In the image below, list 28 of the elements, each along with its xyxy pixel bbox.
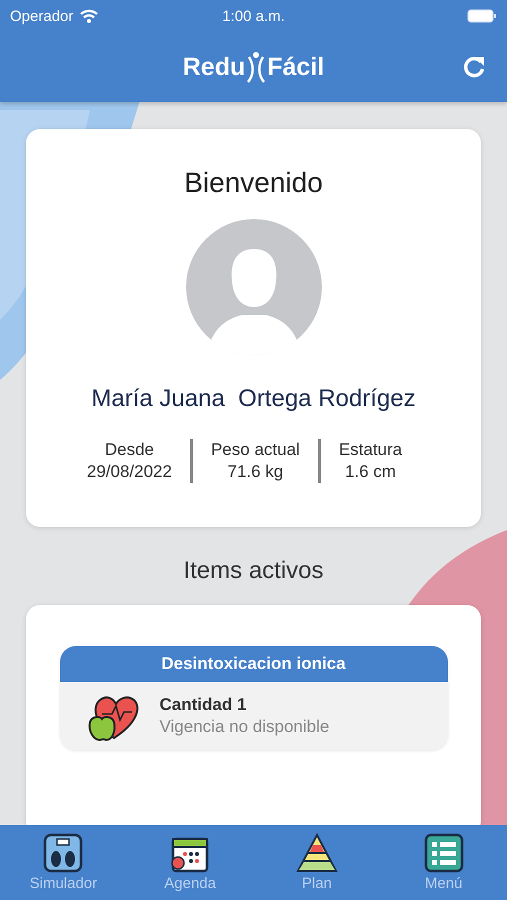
clock-time: 1:00 a.m. xyxy=(221,8,286,24)
logo-text: Redu xyxy=(182,52,246,82)
stat-label: Peso actual xyxy=(210,439,300,461)
greeting-title: Bienvenido xyxy=(184,167,323,199)
tab-item[interactable]: Agenda xyxy=(126,825,254,900)
item-title: Desintoxicacion ionica xyxy=(60,646,448,682)
tab-item[interactable]: Menú xyxy=(380,825,507,900)
refresh-icon xyxy=(461,54,487,80)
quantity-label: Cantidad 1 xyxy=(160,694,248,716)
logo-text: Fácil xyxy=(267,52,324,82)
tab-item[interactable]: Plan xyxy=(254,825,380,900)
food-pyramid-icon xyxy=(296,833,338,873)
list-icon xyxy=(422,833,465,873)
battery-icon xyxy=(466,9,497,23)
user-name: María Juana Ortega Rodrígez xyxy=(91,385,416,413)
validity-label: Vigencia no disponible xyxy=(160,716,330,738)
carrier-label: Operador xyxy=(10,8,74,24)
scale-icon xyxy=(42,833,84,873)
stat-value: 71.6 kg xyxy=(228,461,284,483)
refresh-button[interactable] xyxy=(461,54,487,80)
stat-value: 29/08/2022 xyxy=(86,461,172,483)
figure-icon xyxy=(245,51,268,83)
wifi-icon xyxy=(79,8,100,24)
stat-label: Desde xyxy=(104,439,154,461)
stat-value: 1.6 cm xyxy=(344,461,396,483)
tab-item[interactable]: Simulador xyxy=(0,825,127,900)
stat-label: Estatura xyxy=(338,439,402,461)
section-title: Items activos xyxy=(183,557,324,585)
